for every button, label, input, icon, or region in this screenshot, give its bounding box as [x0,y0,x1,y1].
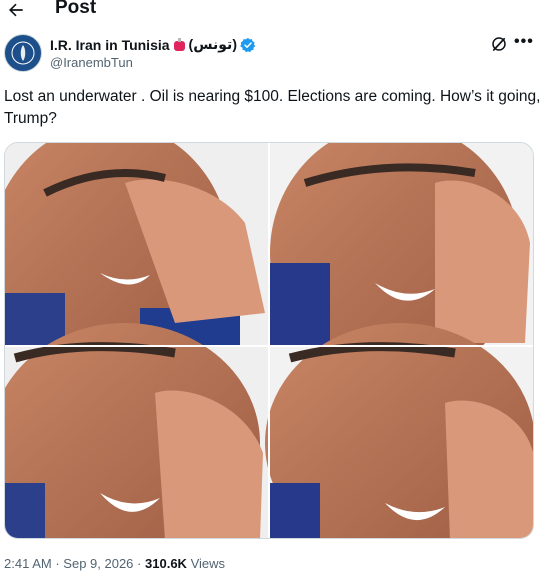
avatar[interactable] [4,34,42,72]
post-time[interactable]: 2:41 AM [4,556,52,571]
emblem-icon [11,41,35,65]
author-handle[interactable]: @IranembTun [50,55,133,70]
views-count: 310.6K [145,556,187,571]
post-image[interactable] [4,142,534,539]
page-title: Post [55,0,97,18]
post-text: Lost an underwater . Oil is nearing $100… [4,88,541,127]
verified-badge-icon [240,37,256,52]
back-arrow-icon [9,3,23,17]
author-display-name: I.R. Iran in Tunisia [50,36,170,53]
post-date[interactable]: Sep 9, 2026 [63,556,133,571]
views-label: Views [190,556,226,571]
image-panel-4 [265,323,533,538]
image-panel-3 [5,323,268,538]
meta-separator: · [55,556,60,571]
back-button[interactable] [2,0,30,22]
top-bar: Post [0,0,552,22]
author-name[interactable]: I.R. Iran in Tunisia (تونس) [50,36,256,53]
more-icon[interactable]: ••• [514,33,534,51]
author-arabic-name: (تونس) [188,36,237,52]
flag-icon [173,37,185,51]
meta-separator: · [137,556,142,571]
grok-icon[interactable] [490,35,508,53]
post-meta: 2:41 AM · Sep 9, 2026 · 310.6K Views [4,556,225,571]
